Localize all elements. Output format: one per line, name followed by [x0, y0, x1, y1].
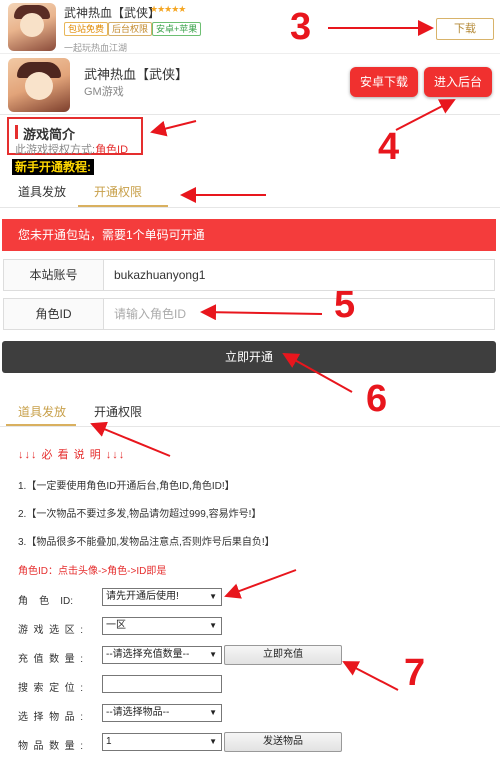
game-icon — [8, 58, 70, 112]
not-activated-alert: 您未开通包站，需要1个单码可开通 — [2, 219, 496, 251]
chevron-down-icon: ▼ — [209, 708, 217, 717]
account-label: 本站账号 — [4, 260, 104, 290]
banner-game-thumbnail[interactable] — [8, 3, 56, 51]
chevron-down-icon: ▼ — [209, 621, 217, 630]
app-banner: 武神热血【武侠】 ★★★★★ 包站免费 后台权限 安卓+苹果 一起玩热血江湖 下… — [0, 0, 500, 54]
chevron-down-icon: ▼ — [209, 650, 217, 659]
gm-item-label: 选 择 物 品 : — [18, 712, 84, 723]
gm-qty-select[interactable]: 1 ▼ — [102, 733, 222, 751]
arrow-to-recharge-button — [342, 661, 399, 691]
gm-role-select[interactable]: 请先开通后使用! ▼ — [102, 588, 222, 606]
annotation-number-6: 6 — [366, 378, 388, 420]
role-id-input[interactable] — [108, 300, 488, 328]
note-line-2: 2.【一次物品不要过多发,物品请勿超过999,容易炸号!】 — [18, 509, 262, 520]
arrow-to-intro — [150, 120, 197, 137]
page: 武神热血【武侠】 ★★★★★ 包站免费 后台权限 安卓+苹果 一起玩热血江湖 下… — [0, 0, 500, 760]
recharge-now-button[interactable]: 立即充值 — [224, 645, 342, 665]
gm-recharge-select[interactable]: --请选择充值数量-- ▼ — [102, 646, 222, 664]
activate-now-button[interactable]: 立即开通 — [2, 341, 496, 373]
tag-platform: 安卓+苹果 — [152, 22, 202, 36]
tab-item-distribution-lower[interactable]: 道具发放 — [18, 403, 66, 420]
tab-open-permission[interactable]: 开通权限 — [94, 183, 142, 200]
divider — [0, 114, 500, 115]
notes-title: ↓↓↓ 必 看 说 明 ↓↓↓ — [18, 449, 126, 461]
arrow-to-role-select — [224, 569, 297, 599]
role-id-label: 角色ID — [4, 299, 104, 329]
note-line-3: 3.【物品很多不能叠加,发物品注意点,否则炸号后果自负!】 — [18, 537, 275, 548]
annotation-number-5: 5 — [334, 284, 356, 326]
tab-item-distribution[interactable]: 道具发放 — [18, 183, 66, 200]
chevron-down-icon: ▼ — [209, 592, 217, 601]
gm-qty-label: 物 品 数 量 : — [18, 741, 84, 752]
tag-free: 包站免费 — [64, 22, 109, 36]
gm-recharge-label: 充 值 数 量 : — [18, 654, 84, 665]
send-item-button[interactable]: 发送物品 — [224, 732, 342, 752]
role-id-row: 角色ID — [3, 298, 495, 330]
gm-role-label: 角 色 ID: — [18, 596, 74, 607]
game-intro-box: 游戏简介 此游戏授权方式:角色ID — [7, 117, 143, 156]
annotation-number-7: 7 — [404, 652, 426, 694]
game-title: 武神热血【武侠】 — [84, 67, 189, 82]
game-subtitle: GM游戏 — [84, 86, 124, 98]
annotation-number-3: 3 — [290, 6, 312, 48]
gm-server-label: 游 戏 选 区 : — [18, 625, 84, 636]
android-download-button[interactable]: 安卓下载 — [350, 67, 418, 97]
rating-stars-icon: ★★★★★ — [150, 4, 186, 14]
gm-item-select[interactable]: --请选择物品-- ▼ — [102, 704, 222, 722]
banner-download-button[interactable]: 下载 — [436, 18, 494, 40]
gm-server-select[interactable]: 一区 ▼ — [102, 617, 222, 635]
role-id-hint: 角色ID：点击头像->角色->ID即是 — [18, 566, 167, 577]
newbie-tutorial-label: 新手开通教程: — [12, 159, 94, 175]
tag-backend: 后台权限 — [108, 22, 153, 36]
account-row: 本站账号 bukazhuanyong1 — [3, 259, 495, 291]
banner-subtitle: 一起玩热血江湖 — [64, 43, 128, 53]
banner-title: 武神热血【武侠】 — [64, 6, 161, 20]
auth-method: 此游戏授权方式:角色ID — [15, 144, 129, 156]
annotation-number-4: 4 — [378, 126, 400, 168]
note-line-1: 1.【一定要使用角色ID开通后台,角色ID,角色ID!】 — [18, 481, 235, 492]
enter-backend-button[interactable]: 进入后台 — [424, 67, 492, 97]
auth-method-value: 角色ID — [95, 144, 129, 156]
arrow-to-enter-backend — [395, 99, 456, 131]
gm-search-label: 搜 索 定 位 : — [18, 683, 84, 694]
tab-open-permission-lower[interactable]: 开通权限 — [94, 403, 142, 420]
gm-search-input[interactable] — [102, 675, 222, 693]
account-value: bukazhuanyong1 — [114, 268, 206, 282]
chevron-down-icon: ▼ — [209, 737, 217, 746]
